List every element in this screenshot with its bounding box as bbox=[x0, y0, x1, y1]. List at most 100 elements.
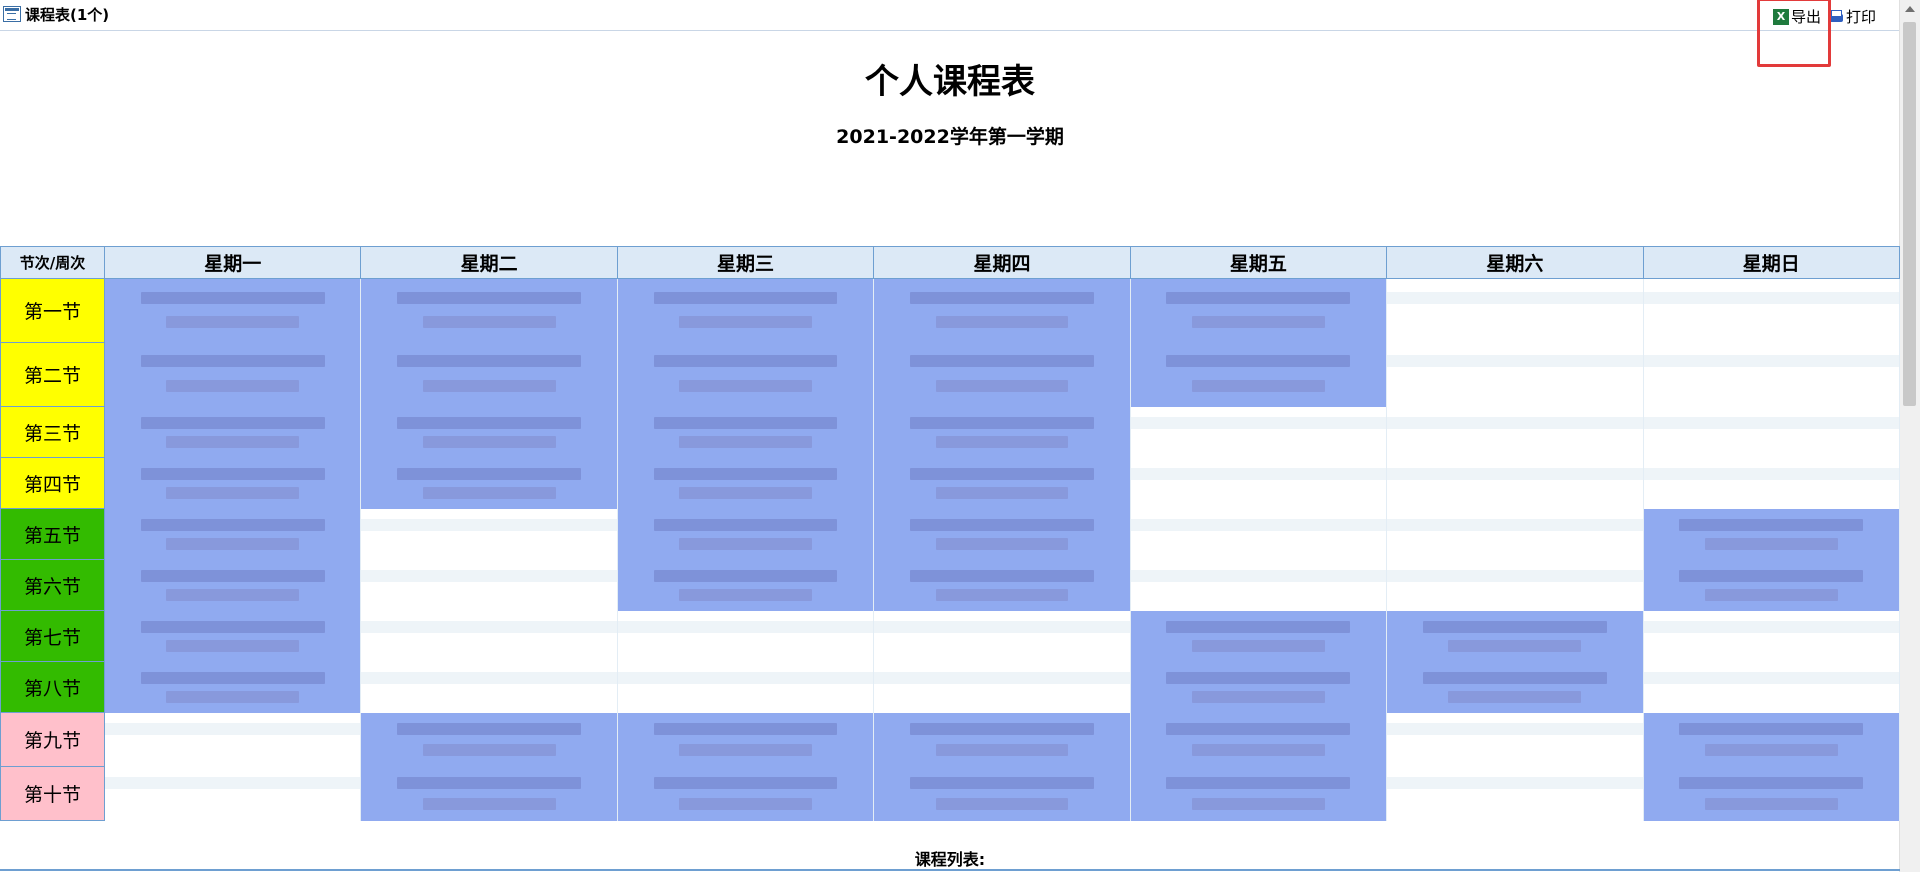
redacted-course-text bbox=[653, 518, 838, 531]
course-block[interactable] bbox=[617, 279, 874, 343]
course-cell bbox=[1386, 610, 1644, 662]
course-block[interactable] bbox=[361, 457, 617, 509]
course-block[interactable] bbox=[1643, 712, 1899, 767]
course-block[interactable] bbox=[105, 610, 361, 662]
course-block[interactable] bbox=[105, 342, 361, 407]
day-header: 星期二 bbox=[360, 246, 618, 279]
course-block[interactable] bbox=[105, 279, 361, 343]
redacted-course-text bbox=[140, 620, 325, 633]
redacted-course-text bbox=[935, 436, 1069, 449]
course-block[interactable] bbox=[874, 457, 1130, 509]
empty-cell bbox=[1129, 508, 1388, 560]
day-header: 星期三 bbox=[616, 246, 875, 279]
empty-cell bbox=[360, 559, 618, 611]
course-cell bbox=[1129, 661, 1388, 713]
row-stripe bbox=[1643, 671, 1899, 684]
course-cell bbox=[873, 712, 1131, 767]
course-block[interactable] bbox=[105, 457, 361, 509]
redacted-course-text bbox=[1191, 640, 1325, 653]
schedule-row: 第八节 bbox=[0, 661, 1901, 713]
course-block[interactable] bbox=[1643, 508, 1899, 560]
course-block[interactable] bbox=[105, 508, 361, 560]
course-block[interactable] bbox=[361, 406, 617, 458]
scrollbar-thumb[interactable] bbox=[1903, 22, 1916, 406]
redacted-course-text bbox=[166, 640, 300, 653]
row-stripe bbox=[1643, 291, 1899, 304]
redacted-course-text bbox=[1191, 743, 1325, 756]
course-block[interactable] bbox=[874, 508, 1130, 560]
redacted-course-text bbox=[1166, 620, 1351, 633]
course-cell bbox=[616, 342, 875, 407]
course-block[interactable] bbox=[617, 508, 874, 560]
course-block[interactable] bbox=[105, 406, 361, 458]
course-block[interactable] bbox=[874, 712, 1130, 767]
empty-cell bbox=[873, 661, 1131, 713]
window-title-bar: 课程表(1个) X 导出 打印 bbox=[0, 0, 1900, 31]
redacted-course-text bbox=[679, 487, 812, 500]
course-block[interactable] bbox=[874, 279, 1130, 343]
course-block[interactable] bbox=[617, 406, 874, 458]
redacted-course-text bbox=[935, 538, 1069, 551]
course-block[interactable] bbox=[617, 712, 874, 767]
course-block[interactable] bbox=[1130, 661, 1387, 713]
course-block[interactable] bbox=[361, 279, 617, 343]
redacted-course-text bbox=[679, 538, 812, 551]
empty-slot bbox=[361, 610, 617, 662]
row-stripe bbox=[1387, 569, 1643, 582]
vertical-scrollbar[interactable] bbox=[1899, 0, 1920, 872]
course-block[interactable] bbox=[617, 342, 874, 407]
redacted-course-text bbox=[1191, 691, 1325, 704]
course-cell bbox=[873, 406, 1131, 458]
course-block[interactable] bbox=[1130, 342, 1387, 407]
course-block[interactable] bbox=[874, 342, 1130, 407]
course-block[interactable] bbox=[361, 712, 617, 767]
course-block[interactable] bbox=[617, 766, 874, 821]
course-block[interactable] bbox=[1387, 661, 1643, 713]
course-block[interactable] bbox=[874, 559, 1130, 611]
redacted-course-text bbox=[1448, 691, 1582, 704]
course-block[interactable] bbox=[361, 766, 617, 821]
course-block[interactable] bbox=[1387, 610, 1643, 662]
schedule-row: 第三节 bbox=[0, 406, 1901, 458]
redacted-course-text bbox=[653, 467, 838, 480]
course-cell bbox=[873, 766, 1131, 821]
course-block[interactable] bbox=[105, 559, 361, 611]
course-block[interactable] bbox=[874, 406, 1130, 458]
empty-cell bbox=[1386, 278, 1644, 343]
empty-cell bbox=[1386, 766, 1644, 821]
row-stripe bbox=[1643, 416, 1899, 429]
course-block[interactable] bbox=[1130, 712, 1387, 767]
course-block[interactable] bbox=[1130, 766, 1387, 821]
redacted-course-text bbox=[1191, 315, 1325, 328]
redacted-course-text bbox=[397, 777, 582, 790]
period-label: 第五节 bbox=[0, 508, 105, 560]
course-cell bbox=[360, 278, 618, 343]
course-block[interactable] bbox=[1130, 279, 1387, 343]
redacted-course-text bbox=[1704, 743, 1838, 756]
empty-cell bbox=[1386, 406, 1644, 458]
course-cell bbox=[103, 278, 362, 343]
redacted-course-text bbox=[166, 379, 300, 392]
empty-cell bbox=[1129, 406, 1388, 458]
course-block[interactable] bbox=[617, 457, 874, 509]
course-block[interactable] bbox=[617, 559, 874, 611]
course-block[interactable] bbox=[361, 342, 617, 407]
course-cell bbox=[360, 712, 618, 767]
scroll-up-arrow-icon[interactable] bbox=[1905, 6, 1915, 12]
print-button[interactable]: 打印 bbox=[1827, 6, 1876, 27]
course-block[interactable] bbox=[1643, 559, 1899, 611]
course-cell bbox=[616, 278, 875, 343]
course-cell bbox=[1642, 766, 1901, 821]
course-block[interactable] bbox=[105, 661, 361, 713]
empty-slot bbox=[874, 661, 1130, 713]
empty-cell bbox=[1642, 342, 1901, 407]
course-block[interactable] bbox=[1130, 610, 1387, 662]
empty-slot bbox=[1387, 457, 1643, 509]
course-cell bbox=[1129, 342, 1388, 407]
course-block[interactable] bbox=[1643, 766, 1899, 821]
empty-cell bbox=[873, 610, 1131, 662]
empty-slot bbox=[1130, 457, 1387, 509]
period-label: 第八节 bbox=[0, 661, 105, 713]
course-block[interactable] bbox=[874, 766, 1130, 821]
empty-slot bbox=[617, 610, 874, 662]
